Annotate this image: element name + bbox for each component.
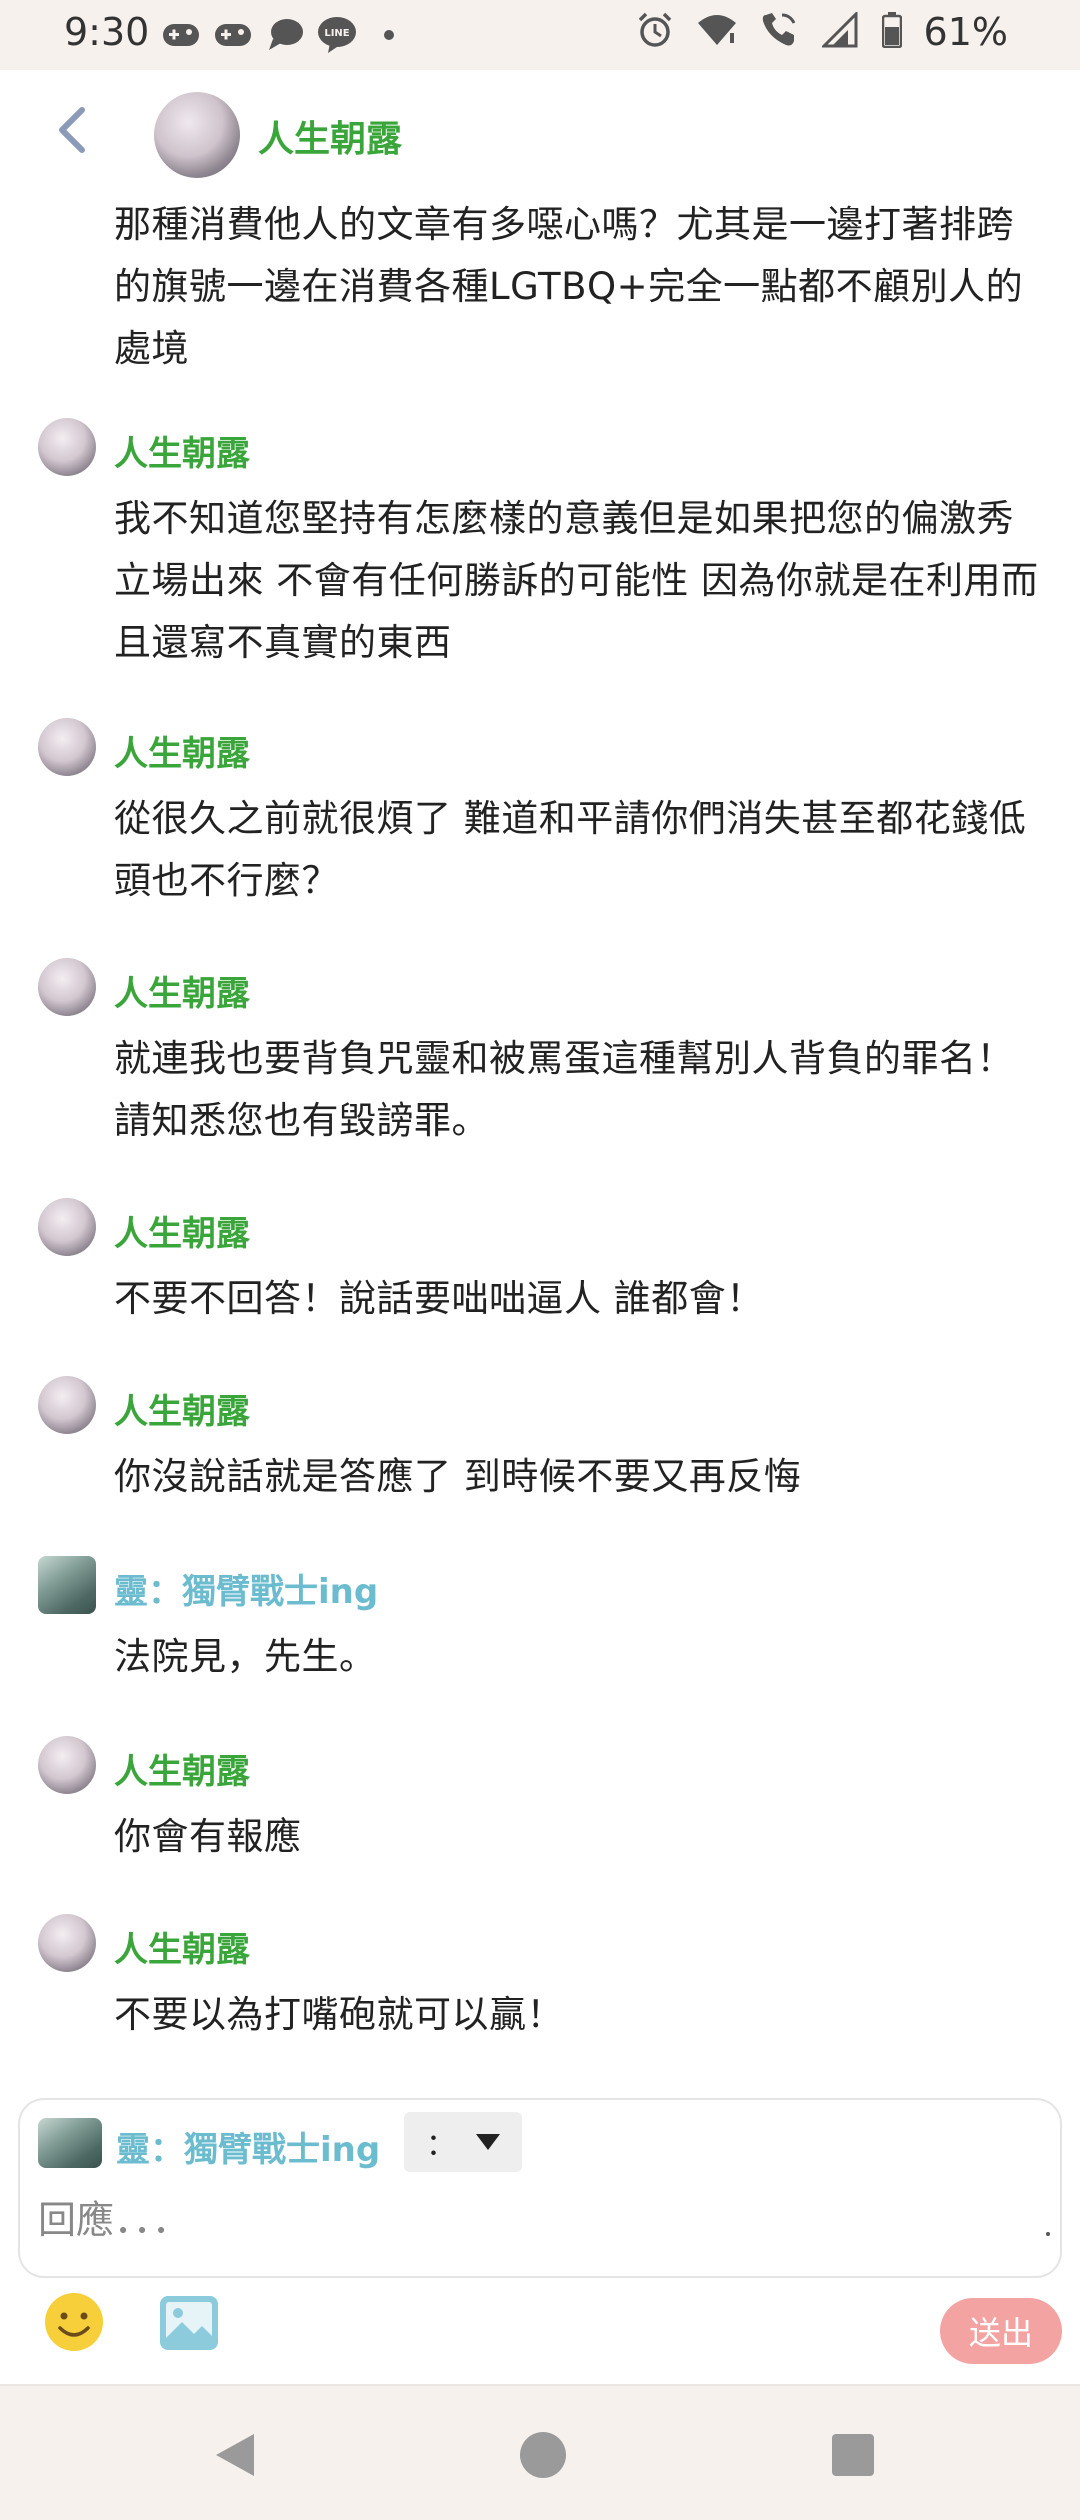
identity-name[interactable]: 靈：獨臂戰士ing (116, 2122, 380, 2171)
message-author[interactable]: 人生朝露 (114, 1206, 250, 1255)
smiley-icon (45, 2293, 103, 2351)
line-app-icon: LINE (316, 14, 358, 56)
avatar[interactable] (38, 1736, 96, 1794)
status-time: 9:30 (64, 10, 150, 54)
message-text: 不要不回答！說話要咄咄逼人 誰都會！ (114, 1277, 764, 1320)
separator-value: ： (426, 2128, 456, 2163)
avatar[interactable] (38, 1556, 96, 1614)
avatar[interactable] (38, 1376, 96, 1434)
chevron-left-icon (59, 107, 85, 153)
page-title[interactable]: 人生朝露 (258, 110, 402, 162)
message-text: 你沒說話就是答應了 到時候不要又再反悔 (114, 1455, 802, 1498)
status-right: 61% (636, 10, 1008, 54)
triangle-back-icon (216, 2434, 254, 2476)
message-author[interactable]: 人生朝露 (114, 1922, 250, 1971)
message-author[interactable]: 人生朝露 (114, 966, 250, 1015)
avatar[interactable] (38, 1914, 96, 1972)
nav-home-button[interactable] (520, 2432, 566, 2478)
message-text: 不要以為打嘴砲就可以贏！ (114, 1993, 564, 2036)
nav-recents-button[interactable] (832, 2434, 874, 2476)
emoji-button[interactable] (42, 2290, 106, 2354)
message-author[interactable]: 人生朝露 (114, 1384, 250, 1433)
message-author[interactable]: 人生朝露 (114, 426, 250, 475)
caret-down-icon (476, 2134, 500, 2150)
message-text: 法院見，先生。 (114, 1635, 377, 1678)
message-author[interactable]: 靈：獨臂戰士ing (114, 1564, 378, 1613)
gamepad-icon (212, 14, 254, 56)
alarm-icon (636, 11, 674, 53)
message-list[interactable]: 那種消費他人的文章有多噁心嗎？尤其是一邊打著排跨的旗號一邊在消費各種LGTBQ+… (0, 190, 1080, 2080)
image-upload-button[interactable] (158, 2292, 220, 2354)
wifi-icon (696, 13, 738, 51)
dot-icon (368, 14, 410, 56)
header-avatar[interactable] (154, 92, 240, 178)
message-item: 人生朝露 你會有報應 (0, 1734, 1080, 1858)
battery-percent: 61% (923, 10, 1008, 54)
message-item: 人生朝露 你沒說話就是答應了 到時候不要又再反悔 (0, 1374, 1080, 1498)
reply-input[interactable] (38, 2188, 1038, 2252)
signal-icon (819, 10, 860, 52)
send-button[interactable]: 送出 (940, 2298, 1062, 2364)
avatar[interactable] (38, 1198, 96, 1256)
resize-handle[interactable] (1046, 2232, 1050, 2236)
message-item: 人生朝露 不要以為打嘴砲就可以贏！ (0, 1912, 1080, 2036)
message-text: 從很久之前就很煩了 難道和平請你們消失甚至都花錢低頭也不行麼？ (114, 797, 1027, 902)
message-author[interactable]: 人生朝露 (114, 1744, 250, 1793)
avatar[interactable] (38, 718, 96, 776)
identity-avatar[interactable] (38, 2118, 102, 2168)
message-text: 我不知道您堅持有怎麼樣的意義但是如果把您的偏激秀立場出來 不會有任何勝訴的可能性… (114, 497, 1039, 664)
nav-back-button[interactable] (210, 2430, 260, 2484)
system-nav-bar (0, 2384, 1080, 2520)
avatar[interactable] (38, 958, 96, 1016)
back-button[interactable] (44, 100, 104, 160)
notification-icons: LINE (160, 14, 410, 56)
message-item: 人生朝露 從很久之前就很煩了 難道和平請你們消失甚至都花錢低頭也不行麼？ (0, 716, 1080, 902)
battery-icon (881, 12, 902, 52)
message-text: 那種消費他人的文章有多噁心嗎？尤其是一邊打著排跨的旗號一邊在消費各種LGTBQ+… (114, 203, 1024, 370)
svg-text:LINE: LINE (324, 28, 349, 39)
separator-select[interactable]: ： (404, 2112, 522, 2172)
wifi-calling-icon (760, 11, 800, 53)
message-author[interactable]: 人生朝露 (114, 726, 250, 775)
chat-bubble-icon (264, 14, 306, 56)
reply-composer: 靈：獨臂戰士ing ： (18, 2098, 1062, 2278)
avatar[interactable] (38, 418, 96, 476)
status-bar: 9:30 LINE 61% (0, 0, 1080, 70)
message-item: 靈：獨臂戰士ing 法院見，先生。 (0, 1554, 1080, 1678)
message-item: 人生朝露 不要不回答！說話要咄咄逼人 誰都會！ (0, 1196, 1080, 1320)
message-text: 你會有報應 (114, 1815, 302, 1858)
message-text: 就連我也要背負咒靈和被罵蛋這種幫別人背負的罪名！請知悉您也有毀謗罪。 (114, 1037, 1014, 1142)
chat-header: 人生朝露 (0, 70, 1080, 190)
gamepad-icon (160, 14, 202, 56)
message-item: 人生朝露 就連我也要背負咒靈和被罵蛋這種幫別人背負的罪名！請知悉您也有毀謗罪。 (0, 956, 1080, 1142)
message-item: 人生朝露 我不知道您堅持有怎麼樣的意義但是如果把您的偏激秀立場出來 不會有任何勝… (0, 416, 1080, 664)
image-icon (160, 2296, 218, 2350)
